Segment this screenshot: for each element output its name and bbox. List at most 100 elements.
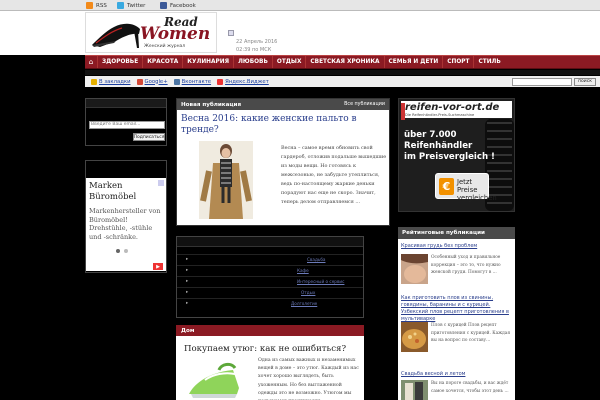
facebook-label: Facebook bbox=[170, 2, 196, 9]
rated-thumbnail[interactable] bbox=[401, 254, 428, 284]
right-ad-headline: über 7.000 Reifenhändler im Preisverglei… bbox=[404, 130, 495, 163]
right-ad-brand: reifen-vor-ort.de bbox=[405, 102, 500, 113]
category-link[interactable]: Интересный о сервис bbox=[297, 279, 344, 284]
new-publication-widget: Новая публикация Все публикации Весна 20… bbox=[176, 98, 390, 226]
rated-excerpt: Вы на пороге свадьбы, и вас ждёт самое х… bbox=[431, 381, 509, 394]
bullet-icon: ▸ bbox=[186, 289, 189, 295]
calendar-icon bbox=[228, 30, 234, 36]
email-field[interactable]: Введите Ваш email... bbox=[89, 121, 165, 129]
category-link[interactable]: Отдых bbox=[301, 290, 315, 295]
carousel-dot[interactable] bbox=[116, 249, 120, 253]
nav-item-family[interactable]: СЕМЬЯ И ДЕТИ bbox=[383, 56, 443, 68]
rated-link[interactable]: Свадьба весной и летом bbox=[401, 371, 511, 378]
nav-item-society[interactable]: СВЕТСКАЯ ХРОНИКА bbox=[305, 56, 383, 68]
compare-prices-button[interactable]: € Jetzt Preise vergleichen bbox=[435, 173, 497, 202]
rated-publications-widget: Рейтинговые публикации Красивая грудь бе… bbox=[398, 227, 515, 400]
rss-icon bbox=[86, 2, 93, 9]
rated-excerpt: Особенный уход и правильное коррекция – … bbox=[431, 255, 501, 276]
date-block: 22 Апрель 2016 02:39 по МСК bbox=[236, 38, 277, 54]
home-section-heading[interactable]: Дом bbox=[181, 328, 194, 334]
list-item: ▸ Долголетие bbox=[177, 298, 363, 307]
category-link[interactable]: Кафе bbox=[297, 268, 309, 273]
iron-photo[interactable] bbox=[185, 360, 243, 400]
current-time: 02:39 по МСК bbox=[236, 47, 272, 53]
all-publications-link[interactable]: Все публикации bbox=[344, 102, 385, 107]
subscribe-header bbox=[86, 99, 166, 108]
category-link[interactable]: Свадьба bbox=[307, 257, 325, 262]
left-ad-title: Marken Büromöbel bbox=[89, 181, 137, 202]
compare-prices-label: Jetzt Preise vergleichen bbox=[457, 178, 497, 202]
subscribe-widget: Введите Ваш email... Подписаться bbox=[85, 98, 167, 146]
google-plus-label: Google+ bbox=[144, 78, 168, 85]
main-nav: ⌂ ЗДОРОВЬЕ КРАСОТА КУЛИНАРИЯ ЛЮБОВЬ ОТДЫ… bbox=[85, 55, 600, 69]
left-ad-text: Markenhersteller von Büromöbel! Drehstüh… bbox=[89, 207, 161, 241]
sub-nav-bar bbox=[85, 70, 600, 75]
yandex-icon bbox=[217, 78, 224, 85]
rated-link[interactable]: Красивая грудь без проблем bbox=[401, 243, 511, 250]
rss-label: RSS bbox=[96, 2, 107, 9]
ad-choices-icon[interactable] bbox=[158, 180, 164, 186]
nav-item-sport[interactable]: СПОРТ bbox=[442, 56, 473, 68]
search-button[interactable]: поиск bbox=[574, 77, 596, 86]
logo-subtitle: Женский журнал bbox=[144, 44, 186, 49]
left-ad-banner[interactable]: Marken Büromöbel Markenhersteller von Bü… bbox=[86, 178, 166, 271]
nav-item-health[interactable]: ЗДОРОВЬЕ bbox=[97, 56, 142, 68]
search-input[interactable] bbox=[512, 77, 572, 86]
list-item: ▸ Интересный о сервис bbox=[177, 276, 363, 285]
right-ad-brand-box: reifen-vor-ort.de Die Reifenhändler-Prei… bbox=[401, 101, 512, 120]
home-article-title-link[interactable]: Покупаем утюг: как не ошибиться? bbox=[184, 344, 346, 354]
top-bar: RSS Twitter Facebook bbox=[0, 0, 600, 11]
facebook-link[interactable]: Facebook bbox=[160, 1, 196, 10]
star-icon bbox=[91, 78, 97, 85]
google-plus-link[interactable]: Google+ bbox=[136, 78, 168, 85]
home-icon[interactable]: ⌂ bbox=[85, 56, 97, 68]
ad-carousel-dots[interactable] bbox=[116, 249, 128, 253]
nav-item-beauty[interactable]: КРАСОТА bbox=[142, 56, 182, 68]
carousel-dot[interactable] bbox=[124, 249, 128, 253]
nav-item-style[interactable]: СТИЛЬ bbox=[473, 56, 504, 68]
rated-publications-header: Рейтинговые публикации bbox=[398, 227, 515, 239]
twitter-link[interactable]: Twitter bbox=[117, 1, 145, 10]
bullet-icon: ▸ bbox=[186, 256, 189, 262]
arrow-right-icon[interactable]: ▶ bbox=[153, 263, 163, 270]
google-plus-icon bbox=[136, 78, 143, 85]
list-item: ▸ Свадьба bbox=[177, 254, 363, 263]
twitter-icon bbox=[117, 2, 124, 9]
right-ad-line-2: Reifenhändler bbox=[404, 141, 473, 151]
vk-icon bbox=[173, 78, 180, 85]
category-links-header bbox=[177, 237, 363, 247]
vk-label: Вконтакте bbox=[181, 78, 212, 85]
rated-thumbnail[interactable] bbox=[401, 322, 428, 352]
bookmarks-label: В закладки bbox=[99, 78, 131, 85]
bookmarks-link[interactable]: В закладки bbox=[91, 78, 131, 85]
rss-link[interactable]: RSS bbox=[86, 1, 107, 10]
rated-thumbnail[interactable] bbox=[401, 380, 428, 400]
list-item: ▸ Отдых bbox=[177, 287, 363, 296]
bullet-icon: ▸ bbox=[186, 267, 189, 273]
category-links-widget: ▸ Свадьба ▸ Кафе ▸ Интересный о сервис ▸… bbox=[176, 236, 364, 318]
subscribe-button[interactable]: Подписаться bbox=[133, 133, 165, 141]
home-section-header: Дом bbox=[176, 325, 364, 336]
right-ad-line-3: im Preisvergleich ! bbox=[404, 152, 495, 162]
site-header: Read Women Женский журнал 22 Апрель 2016… bbox=[0, 11, 600, 55]
right-ad-banner[interactable]: reifen-vor-ort.de Die Reifenhändler-Prei… bbox=[398, 98, 515, 212]
publication-title-link[interactable]: Весна 2016: какие женские пальто в тренд… bbox=[181, 114, 381, 136]
site-logo[interactable]: Read Women Женский журнал bbox=[85, 12, 217, 53]
euro-icon: € bbox=[439, 178, 454, 195]
vk-link[interactable]: Вконтакте bbox=[173, 78, 212, 85]
rated-excerpt: Плов с курицей Плов рецепт приготовления… bbox=[431, 323, 511, 344]
right-ad-brand-sub: Die Reifenhändler-Preis-Suchmaschine bbox=[405, 113, 475, 117]
rated-link[interactable]: Как приготовить плов из свинины, говядин… bbox=[401, 295, 511, 323]
category-link[interactable]: Долголетие bbox=[291, 301, 317, 306]
left-ad-widget: Marken Büromöbel Markenhersteller von Bü… bbox=[85, 160, 167, 273]
bullet-icon: ▸ bbox=[186, 300, 189, 306]
nav-item-cooking[interactable]: КУЛИНАРИЯ bbox=[182, 56, 233, 68]
publication-excerpt: Весна – самое время обновить свой гардер… bbox=[281, 145, 387, 205]
nav-item-love[interactable]: ЛЮБОВЬ bbox=[233, 56, 272, 68]
coat-photo[interactable] bbox=[199, 141, 253, 219]
utility-bar: В закладки Google+ Вконтакте Яндекс.Видж… bbox=[85, 76, 515, 87]
nav-item-leisure[interactable]: ОТДЫХ bbox=[271, 56, 306, 68]
yandex-widget-link[interactable]: Яндекс.Виджет bbox=[217, 78, 269, 85]
right-ad-line-1: über 7.000 bbox=[404, 130, 457, 140]
current-date: 22 Апрель 2016 bbox=[236, 39, 278, 45]
